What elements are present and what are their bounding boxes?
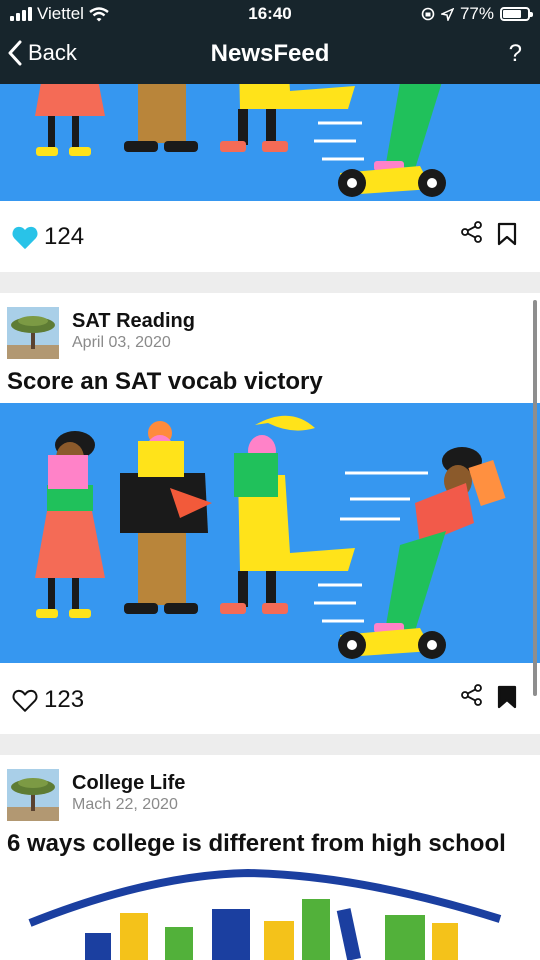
- location-icon: [440, 7, 454, 21]
- status-right: 77%: [421, 4, 533, 24]
- article-title[interactable]: Score an SAT vocab victory: [7, 368, 323, 396]
- nav-bar: Back NewsFeed ?: [0, 28, 540, 84]
- like-count: 123: [44, 686, 85, 713]
- source-avatar: [7, 769, 59, 821]
- bookmark-icon[interactable]: [497, 222, 517, 246]
- scrollbar[interactable]: [533, 300, 537, 696]
- news-card: 124: [0, 84, 540, 272]
- card-actions: 123: [0, 664, 540, 734]
- battery-icon: [500, 7, 533, 21]
- heart-icon: [12, 226, 38, 249]
- news-feed[interactable]: 124 SAT Reading April 03, 2020 Score an …: [0, 84, 540, 960]
- like-count: 124: [44, 223, 85, 250]
- card-meta: College Life Mach 22, 2020: [72, 769, 185, 821]
- source-name: SAT Reading: [72, 310, 195, 332]
- like-button[interactable]: 124: [12, 223, 84, 251]
- card-image[interactable]: [0, 403, 540, 663]
- source-avatar: [7, 307, 59, 359]
- source-name: College Life: [72, 772, 186, 794]
- article-title[interactable]: 6 ways college is different from high sc…: [7, 830, 506, 858]
- rotation-lock-icon: [421, 7, 435, 21]
- post-date: Mach 22, 2020: [72, 796, 178, 813]
- post-date: April 03, 2020: [72, 334, 171, 351]
- card-actions: 124: [0, 201, 540, 271]
- like-button[interactable]: 123: [12, 686, 84, 714]
- share-icon[interactable]: [461, 221, 483, 243]
- card-image[interactable]: [0, 865, 540, 960]
- battery-percent: 77%: [459, 4, 494, 23]
- help-button[interactable]: ?: [509, 40, 522, 68]
- bookmark-icon[interactable]: [497, 685, 517, 709]
- card-header: SAT Reading April 03, 2020: [7, 307, 195, 359]
- heart-icon: [12, 689, 38, 712]
- page-title: NewsFeed: [210, 40, 330, 67]
- share-icon[interactable]: [461, 684, 483, 706]
- card-image[interactable]: [0, 84, 540, 201]
- card-header: College Life Mach 22, 2020: [7, 769, 185, 821]
- card-meta: SAT Reading April 03, 2020: [72, 307, 195, 359]
- news-card[interactable]: College Life Mach 22, 2020 6 ways colleg…: [0, 755, 540, 960]
- news-card[interactable]: SAT Reading April 03, 2020 Score an SAT …: [0, 293, 540, 734]
- status-bar: Viettel 16:40 77%: [0, 0, 540, 28]
